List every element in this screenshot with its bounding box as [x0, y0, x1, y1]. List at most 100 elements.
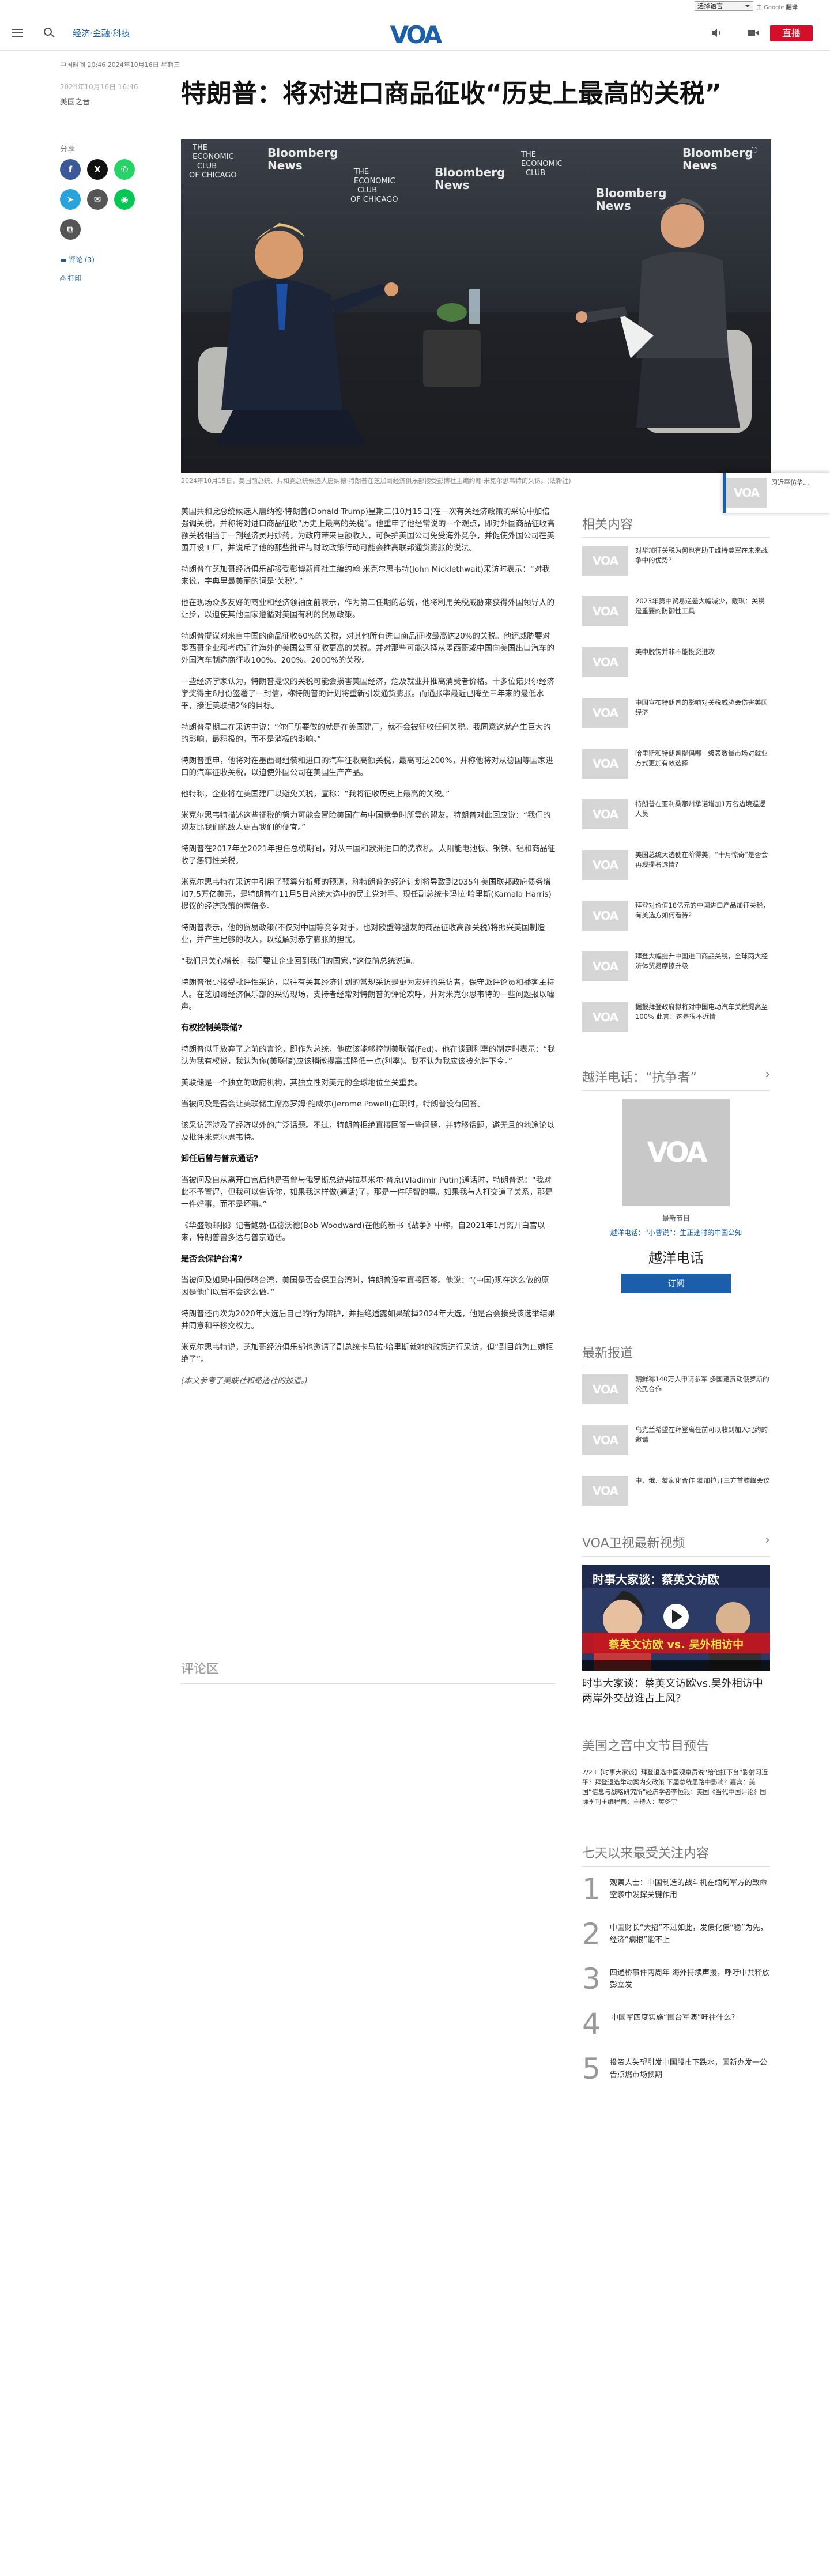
svg-text:Bloomberg: Bloomberg	[596, 186, 666, 200]
thumb-logo: VOA	[592, 706, 618, 720]
latest-list: VOA 朝鲜称140万人申请参军 多国谴责动俄罗斯的公民合作 VOA 乌克兰希望在拜登…	[582, 1374, 770, 1517]
print-icon: ⎙	[60, 274, 68, 282]
latest-item[interactable]: VOA 乌克兰希望在拜登离任前可以收到加入北约的邀请	[582, 1425, 770, 1467]
related-item[interactable]: VOA 特朗普在亚利桑那州承诺增加1万名边境巡逻人员	[582, 799, 770, 841]
paragraph: 米克尔思韦特在采访中引用了预算分析师的预测，称特朗普的经济计划将导致到2035年…	[181, 878, 552, 911]
telegram-icon[interactable]: ➤	[60, 189, 81, 210]
menu-icon[interactable]	[12, 29, 23, 37]
popular-section: 七天以来最受关注内容 1 观察人士：中国制造的战斗机在缅甸军方的致命空袭中发挥关键…	[582, 1843, 770, 2099]
program-title[interactable]: 越洋电话：“抗争者” ›	[582, 1067, 770, 1091]
chevron-right-icon: ›	[765, 1067, 770, 1082]
svg-text:Bloomberg: Bloomberg	[682, 146, 753, 160]
popular-item[interactable]: 2 中国财长“大招”不过如此，发债化债“稳”为先，经济“病根”能不上	[582, 1920, 770, 1948]
related-item[interactable]: VOA 拜登对价值18亿元的中国进口产品加征关税，有美选方如何看待?	[582, 901, 770, 942]
paragraph: 当被问及是否会让美联储主席杰罗姆·鲍威尔(Jerome Powell)在职时，特…	[181, 1100, 485, 1109]
video-section: VOA卫视最新视频 › 时事大家谈：蔡英文访欧 蔡英文访欧 vs. 吴外相访中 时…	[582, 1533, 770, 1706]
floating-video-card[interactable]: VOA 习近平仿华...	[723, 473, 830, 513]
related-item-title: 特朗普在亚利桑那州承诺增加1万名边境巡逻人员	[635, 800, 765, 818]
related-item[interactable]: VOA 对华加征关税为何也有助于维持美军在未来战争中的优势?	[582, 546, 770, 587]
thumbnail: VOA	[582, 698, 628, 728]
floating-video-title: 习近平仿华...	[771, 479, 809, 486]
live-button[interactable]: 直播	[770, 25, 813, 41]
thumbnail: VOA	[582, 749, 628, 779]
breadcrumb[interactable]: 经济·金融·科技	[73, 27, 130, 39]
dateline: 中国时间 20:46 2024年10月16日 星期三	[60, 61, 180, 69]
language-select-label: 选择语言	[697, 2, 723, 10]
video-title[interactable]: VOA卫视最新视频 ›	[582, 1533, 770, 1557]
schedule-section: 美国之音中文节目预告 7/23【时事大家谈】拜登退选中国观察员说“给他扛下台”影…	[582, 1736, 770, 1807]
x-icon[interactable]: X	[87, 159, 108, 180]
popular-item[interactable]: 3 四通桥事件两周年 海外持续声援，呼吁中共释放彭立发	[582, 1965, 770, 1993]
voa-logo[interactable]: VOA	[385, 21, 445, 47]
schedule-text[interactable]: 7/23【时事大家谈】拜登退选中国观察员说“给他扛下台”影射习近平？拜登退选举动…	[582, 1767, 770, 1807]
popular-item[interactable]: 5 投资人失望引发中国股市下跌水，国新办发一公告点燃市场预期	[582, 2054, 770, 2083]
article-photo: THE ECONOMIC CLUB OF CHICAGO Bloomberg News …	[181, 139, 771, 473]
related-item[interactable]: VOA 据报拜登政府拟将对中国电动汽车关税提高至100% 此言：这是很不近情	[582, 1002, 770, 1044]
schedule-title: 美国之音中文节目预告	[582, 1736, 770, 1759]
line-icon[interactable]: ◉	[114, 189, 135, 210]
thumb-logo: VOA	[592, 1383, 618, 1396]
print-link[interactable]: ⎙ 打印	[60, 273, 81, 283]
thumbnail: VOA	[582, 1425, 628, 1455]
popular-rank: 3	[582, 1962, 601, 1996]
paragraph: 《华盛顿邮报》记者鲍勃·伍德沃德(Bob Woodward)在他的新书《战争》中…	[181, 1221, 545, 1242]
subheading: 卸任后曾与普京通话?	[181, 1154, 259, 1164]
paragraph: 特朗普星期二在采访中说：“你们所要做的就是在美国建厂，就不会被征收任何关税。我同…	[181, 723, 551, 744]
floating-video-thumbnail: VOA	[726, 478, 767, 508]
svg-text:News: News	[682, 158, 718, 172]
language-select[interactable]: 选择语言	[695, 1, 753, 11]
related-item[interactable]: VOA 哈里斯和特朗普提倡哪一级表数量市场对就业方式更加有效选择	[582, 749, 770, 790]
subheading: 是否会保护台湾?	[181, 1255, 243, 1264]
video-player[interactable]: 时事大家谈：蔡英文访欧 蔡英文访欧 vs. 吴外相访中	[582, 1565, 770, 1671]
svg-text:THE: THE	[192, 143, 207, 152]
google-translate-credit: 由 Google 翻译	[756, 2, 798, 11]
program-cover-logo: VOA	[647, 1136, 708, 1169]
thumbnail: VOA	[582, 1374, 628, 1404]
paragraph: 特朗普很少接受批评性采访，以往有关其经济计划的常规采访是更为友好的采访者，保守派…	[181, 978, 554, 1011]
popular-list: 1 观察人士：中国制造的战斗机在缅甸军方的致命空袭中发挥关键作用 2 中国财长“大招”…	[582, 1875, 770, 2083]
svg-text:⛶: ⛶	[751, 146, 757, 154]
paragraph: 特朗普还再次为2020年大选后自己的行为辩护，并拒绝透露如果输掉2024年大选，…	[181, 1309, 556, 1331]
search-icon[interactable]	[44, 28, 52, 36]
photo-caption: 2024年10月15日，美国前总统、共和党总统候选人唐纳德·特朗普在芝加哥经济俱…	[181, 477, 571, 485]
paragraph: 特朗普提议对来自中国的商品征收60%的关税，对其他所有进口商品征收最高达20%的…	[181, 632, 554, 665]
comments-link[interactable]: ▬ 评论 (3)	[60, 255, 95, 265]
paragraph: 当被问及如果中国侵略台湾，美国是否会保卫台湾时，特朗普没有直接回答。他说：“(中…	[181, 1276, 549, 1297]
latest-item[interactable]: VOA 中、俄、蒙家化合作 蒙加拉开三方首脑峰会议	[582, 1476, 770, 1517]
thumbnail: VOA	[582, 1476, 628, 1506]
related-item[interactable]: VOA 中国宣布特朗普的影响对关税威胁会伤害美国经济	[582, 698, 770, 739]
subscribe-button[interactable]: 订阅	[621, 1274, 731, 1293]
paragraph: 一些经济学家认为，特朗普提议的关税可能会损害美国经济，危及就业并推高消费者价格。…	[181, 677, 554, 711]
popular-item[interactable]: 4 中国军四度实施“围台军演”吁往什么?	[582, 2010, 770, 2038]
comments-section-title: 评论区	[181, 1659, 556, 1684]
svg-text:CLUB: CLUB	[197, 162, 217, 171]
paragraph: 当被问及自从离开白宫后他是否曾与俄罗斯总统弗拉基米尔·普京(Vladimir P…	[181, 1176, 553, 1209]
whatsapp-icon[interactable]: ✆	[114, 159, 135, 180]
program-cover[interactable]: VOA	[622, 1099, 730, 1206]
popular-rank: 2	[582, 1917, 601, 1951]
comments-link-label: 评论 (3)	[69, 256, 95, 264]
page-title: 特朗普：将对进口商品征收“历史上最高的关税”	[181, 79, 722, 108]
related-item[interactable]: VOA 拜登大幅提升中国进口商品关税，全球两大经济体贸易摩擦升级	[582, 951, 770, 993]
related-item[interactable]: VOA 2023年第中贸易逆差大幅减少，戴琪：关税是重要的防御性工具	[582, 596, 770, 638]
svg-text:OF CHICAGO: OF CHICAGO	[350, 195, 398, 204]
svg-text:OF CHICAGO: OF CHICAGO	[189, 171, 237, 180]
facebook-icon[interactable]: f	[60, 159, 81, 180]
latest-item-title: 朝鲜称140万人申请参军 多国谴责动俄罗斯的公民合作	[635, 1375, 769, 1393]
related-item[interactable]: VOA 美中脱钩并非不能投资进攻	[582, 647, 770, 689]
thumb-logo: VOA	[592, 554, 618, 568]
thumb-logo: VOA	[592, 1484, 618, 1498]
author[interactable]: 美国之音	[60, 96, 90, 107]
popular-item[interactable]: 1 观察人士：中国制造的战斗机在缅甸军方的致命空袭中发挥关键作用	[582, 1875, 770, 1903]
svg-text:ECONOMIC: ECONOMIC	[354, 177, 395, 186]
latest-item[interactable]: VOA 朝鲜称140万人申请参军 多国谴责动俄罗斯的公民合作	[582, 1374, 770, 1416]
program-episode-link[interactable]: 越洋电话：“小曹说”：生正逢时的中国公知	[582, 1227, 770, 1237]
video-icon[interactable]	[748, 29, 759, 37]
popular-item-title: 观察人士：中国制造的战斗机在缅甸军方的致命空袭中发挥关键作用	[609, 1879, 767, 1899]
video-caption[interactable]: 时事大家谈：蔡英文访欧vs.吴外相访中 两岸外交战谁占上风?	[582, 1676, 770, 1706]
print-link-label: 打印	[67, 274, 82, 282]
related-item[interactable]: VOA 美国总统大选使在阶得美，“十月惊奇”是否会再现提名选情?	[582, 850, 770, 892]
copy-link-icon[interactable]: ⧉	[60, 219, 81, 240]
email-icon[interactable]: ✉	[87, 189, 108, 210]
speaker-icon[interactable]	[711, 29, 722, 37]
